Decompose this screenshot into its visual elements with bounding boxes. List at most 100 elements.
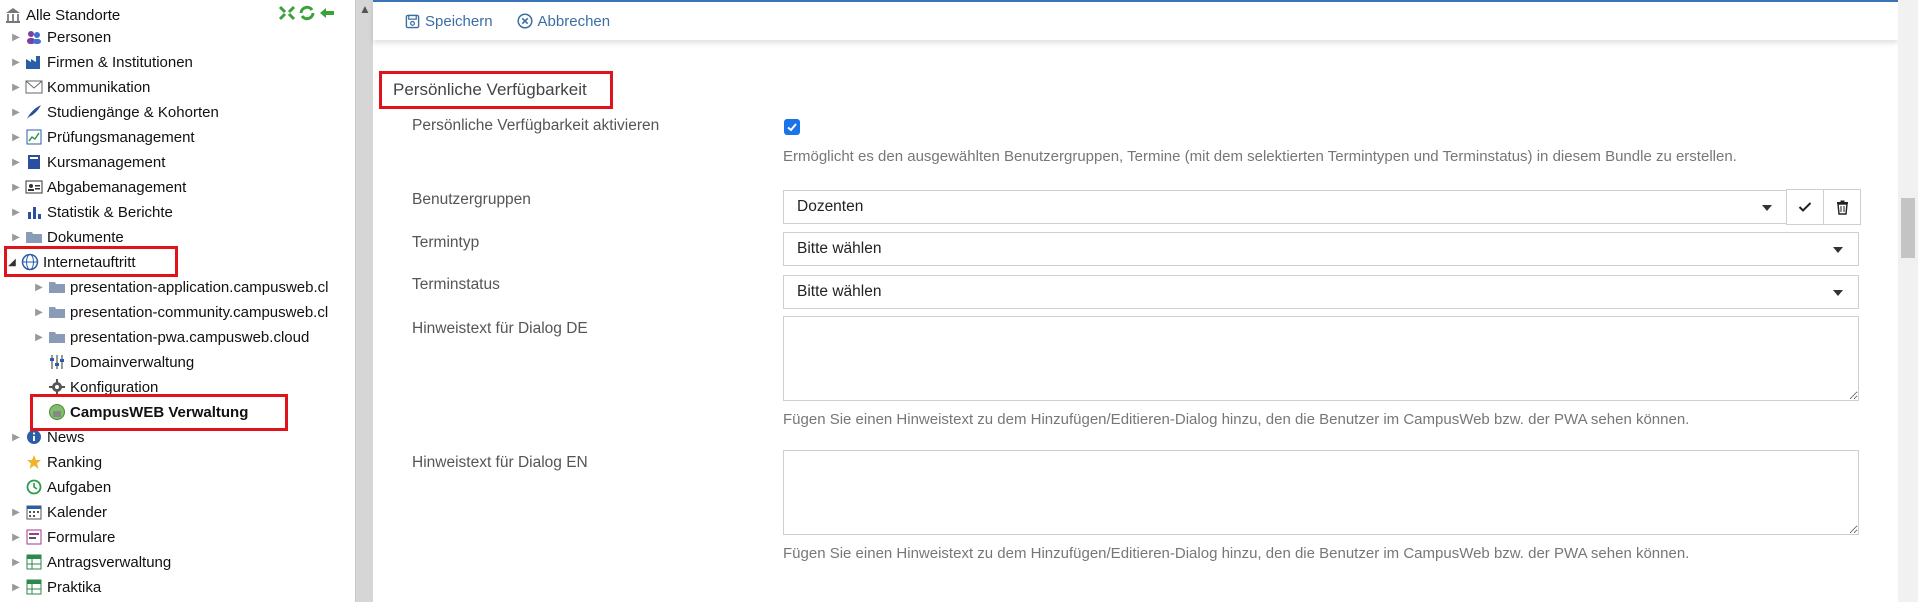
expand-arrow-icon[interactable]: ▶ xyxy=(10,430,22,444)
sidebar-item-domainverwaltung[interactable]: Domainverwaltung xyxy=(47,350,194,374)
tree-root-label: Alle Standorte xyxy=(26,6,121,24)
sidebar-item-label: Aufgaben xyxy=(47,478,112,496)
sidebar-item-ranking[interactable]: Ranking xyxy=(10,450,102,474)
cancel-icon xyxy=(516,13,533,29)
cancel-label: Abbrechen xyxy=(537,12,611,30)
main-scrollbar[interactable] xyxy=(1898,0,1918,602)
sidebar-item-label: Kommunikation xyxy=(47,78,151,96)
expand-arrow-icon[interactable]: ▶ xyxy=(10,530,22,544)
expand-arrow-icon[interactable]: ▶ xyxy=(10,555,22,569)
folder-icon xyxy=(24,228,44,246)
sidebar-item-statistik[interactable]: ▶ Statistik & Berichte xyxy=(10,200,173,224)
expand-arrow-icon[interactable]: ▶ xyxy=(33,330,45,344)
terminstatus-label: Terminstatus xyxy=(412,276,500,293)
sidebar-item-dokumente[interactable]: ▶ Dokumente xyxy=(10,225,124,249)
sidebar-item-abgabemanagement[interactable]: ▶ Abgabemanagement xyxy=(10,175,186,199)
expand-arrow-icon[interactable]: ▶ xyxy=(10,205,22,219)
usergroups-select[interactable]: Dozenten xyxy=(783,190,1788,224)
expand-arrow-icon[interactable]: ▶ xyxy=(10,580,22,594)
collapse-arrow-icon[interactable]: ◢ xyxy=(6,255,18,269)
sidebar-item-news[interactable]: ▶ News xyxy=(10,425,85,449)
star-icon xyxy=(24,453,44,471)
sidebar-item-personen[interactable]: ▶ Personen xyxy=(10,25,111,49)
sidebar-item-studiengaenge[interactable]: ▶ Studiengänge & Kohorten xyxy=(10,100,219,124)
sidebar-item-campusweb-verwaltung[interactable]: CampusWEB Verwaltung xyxy=(47,400,248,424)
activate-hint: Ermöglicht es den ausgewählten Benutzerg… xyxy=(783,148,1737,165)
hint-en-textarea[interactable] xyxy=(783,450,1859,535)
sidebar-item-label: Ranking xyxy=(47,453,103,471)
web-admin-icon xyxy=(47,403,67,421)
sidebar-item-internetauftritt[interactable]: ◢ Internetauftritt xyxy=(6,250,135,274)
sidebar-item-label: Praktika xyxy=(47,578,102,596)
calendar-icon xyxy=(24,503,44,521)
bar-chart-icon xyxy=(24,203,44,221)
refresh-icon[interactable] xyxy=(298,5,316,25)
table-icon xyxy=(24,553,44,571)
expand-arrow-icon[interactable]: ▶ xyxy=(10,230,22,244)
globe-icon xyxy=(20,253,40,271)
expand-arrow-icon[interactable]: ▶ xyxy=(10,180,22,194)
delete-button[interactable] xyxy=(1823,189,1861,225)
sidebar-item-aufgaben[interactable]: Aufgaben xyxy=(10,475,111,499)
tree-toolbar xyxy=(278,5,336,25)
sidebar-item-label: Konfiguration xyxy=(70,378,159,396)
expand-arrow-icon[interactable]: ▶ xyxy=(10,105,22,119)
confirm-button[interactable] xyxy=(1786,189,1824,225)
sidebar-item-presentation-application[interactable]: ▶ presentation-application.campusweb.cl xyxy=(33,275,328,299)
chevron-down-icon xyxy=(1833,247,1843,253)
sidebar-item-konfiguration[interactable]: Konfiguration xyxy=(47,375,158,399)
navigation-tree: Alle Standorte ▶ Personen ▶ Firmen & Ins… xyxy=(0,0,355,602)
expand-arrow-icon[interactable]: ▶ xyxy=(10,80,22,94)
expand-arrow-icon[interactable]: ▶ xyxy=(10,130,22,144)
chevron-down-icon xyxy=(1762,205,1772,211)
people-icon xyxy=(24,28,44,46)
sidebar-item-pruefungsmanagement[interactable]: ▶ Prüfungsmanagement xyxy=(10,125,194,149)
sidebar-item-firmen[interactable]: ▶ Firmen & Institutionen xyxy=(10,50,193,74)
check-icon xyxy=(1798,202,1812,212)
cancel-button[interactable]: Abbrechen xyxy=(516,12,611,30)
hint-de-textarea[interactable] xyxy=(783,316,1859,401)
sidebar-item-label: Kalender xyxy=(47,503,108,521)
sidebar-item-label: Personen xyxy=(47,28,112,46)
sidebar-item-label: Antragsverwaltung xyxy=(47,553,172,571)
sidebar-item-label: Formulare xyxy=(47,528,116,546)
expand-arrow-icon[interactable]: ▶ xyxy=(10,55,22,69)
termintyp-label: Termintyp xyxy=(412,234,480,251)
termintyp-value: Bitte wählen xyxy=(797,240,882,257)
sidebar-item-kursmanagement[interactable]: ▶ Kursmanagement xyxy=(10,150,165,174)
expand-arrow-icon[interactable]: ▶ xyxy=(33,280,45,294)
sidebar-item-antragsverwaltung[interactable]: ▶ Antragsverwaltung xyxy=(10,550,171,574)
scrollbar-thumb[interactable] xyxy=(1901,198,1915,258)
id-card-icon xyxy=(24,178,44,196)
scroll-up-icon[interactable]: ▲ xyxy=(359,2,371,16)
save-button[interactable]: Speichern xyxy=(405,13,493,30)
hint-en-label: Hinweistext für Dialog EN xyxy=(412,454,588,471)
table-icon xyxy=(24,578,44,596)
arrow-left-icon[interactable] xyxy=(318,5,336,25)
terminstatus-value: Bitte wählen xyxy=(797,283,882,300)
terminstatus-select[interactable]: Bitte wählen xyxy=(783,275,1859,309)
tree-root[interactable]: Alle Standorte xyxy=(3,3,120,27)
termintyp-select[interactable]: Bitte wählen xyxy=(783,232,1859,266)
activate-checkbox[interactable] xyxy=(784,119,800,135)
form-toolbar: Speichern Abbrechen xyxy=(373,0,1898,40)
expand-arrow-icon[interactable]: ▶ xyxy=(10,505,22,519)
expand-arrow-icon[interactable]: ▶ xyxy=(10,30,22,44)
sidebar-item-label: Domainverwaltung xyxy=(70,353,195,371)
sidebar-item-label: CampusWEB Verwaltung xyxy=(70,403,249,421)
sidebar-item-label: News xyxy=(47,428,85,446)
sidebar-splitter[interactable]: ▲ xyxy=(355,0,373,602)
sidebar-item-label: Statistik & Berichte xyxy=(47,203,173,221)
sidebar-item-label: presentation-community.campusweb.cl xyxy=(70,303,329,321)
collapse-all-icon[interactable] xyxy=(278,5,296,25)
sidebar-item-presentation-community[interactable]: ▶ presentation-community.campusweb.cl xyxy=(33,300,328,324)
sidebar-item-label: Dokumente xyxy=(47,228,124,246)
expand-arrow-icon[interactable]: ▶ xyxy=(33,305,45,319)
chevron-down-icon xyxy=(1833,290,1843,296)
sidebar-item-presentation-pwa[interactable]: ▶ presentation-pwa.campusweb.cloud xyxy=(33,325,309,349)
sidebar-item-praktika[interactable]: ▶ Praktika xyxy=(10,575,101,599)
expand-arrow-icon[interactable]: ▶ xyxy=(10,155,22,169)
sidebar-item-kalender[interactable]: ▶ Kalender xyxy=(10,500,107,524)
sidebar-item-formulare[interactable]: ▶ Formulare xyxy=(10,525,115,549)
sidebar-item-kommunikation[interactable]: ▶ Kommunikation xyxy=(10,75,150,99)
